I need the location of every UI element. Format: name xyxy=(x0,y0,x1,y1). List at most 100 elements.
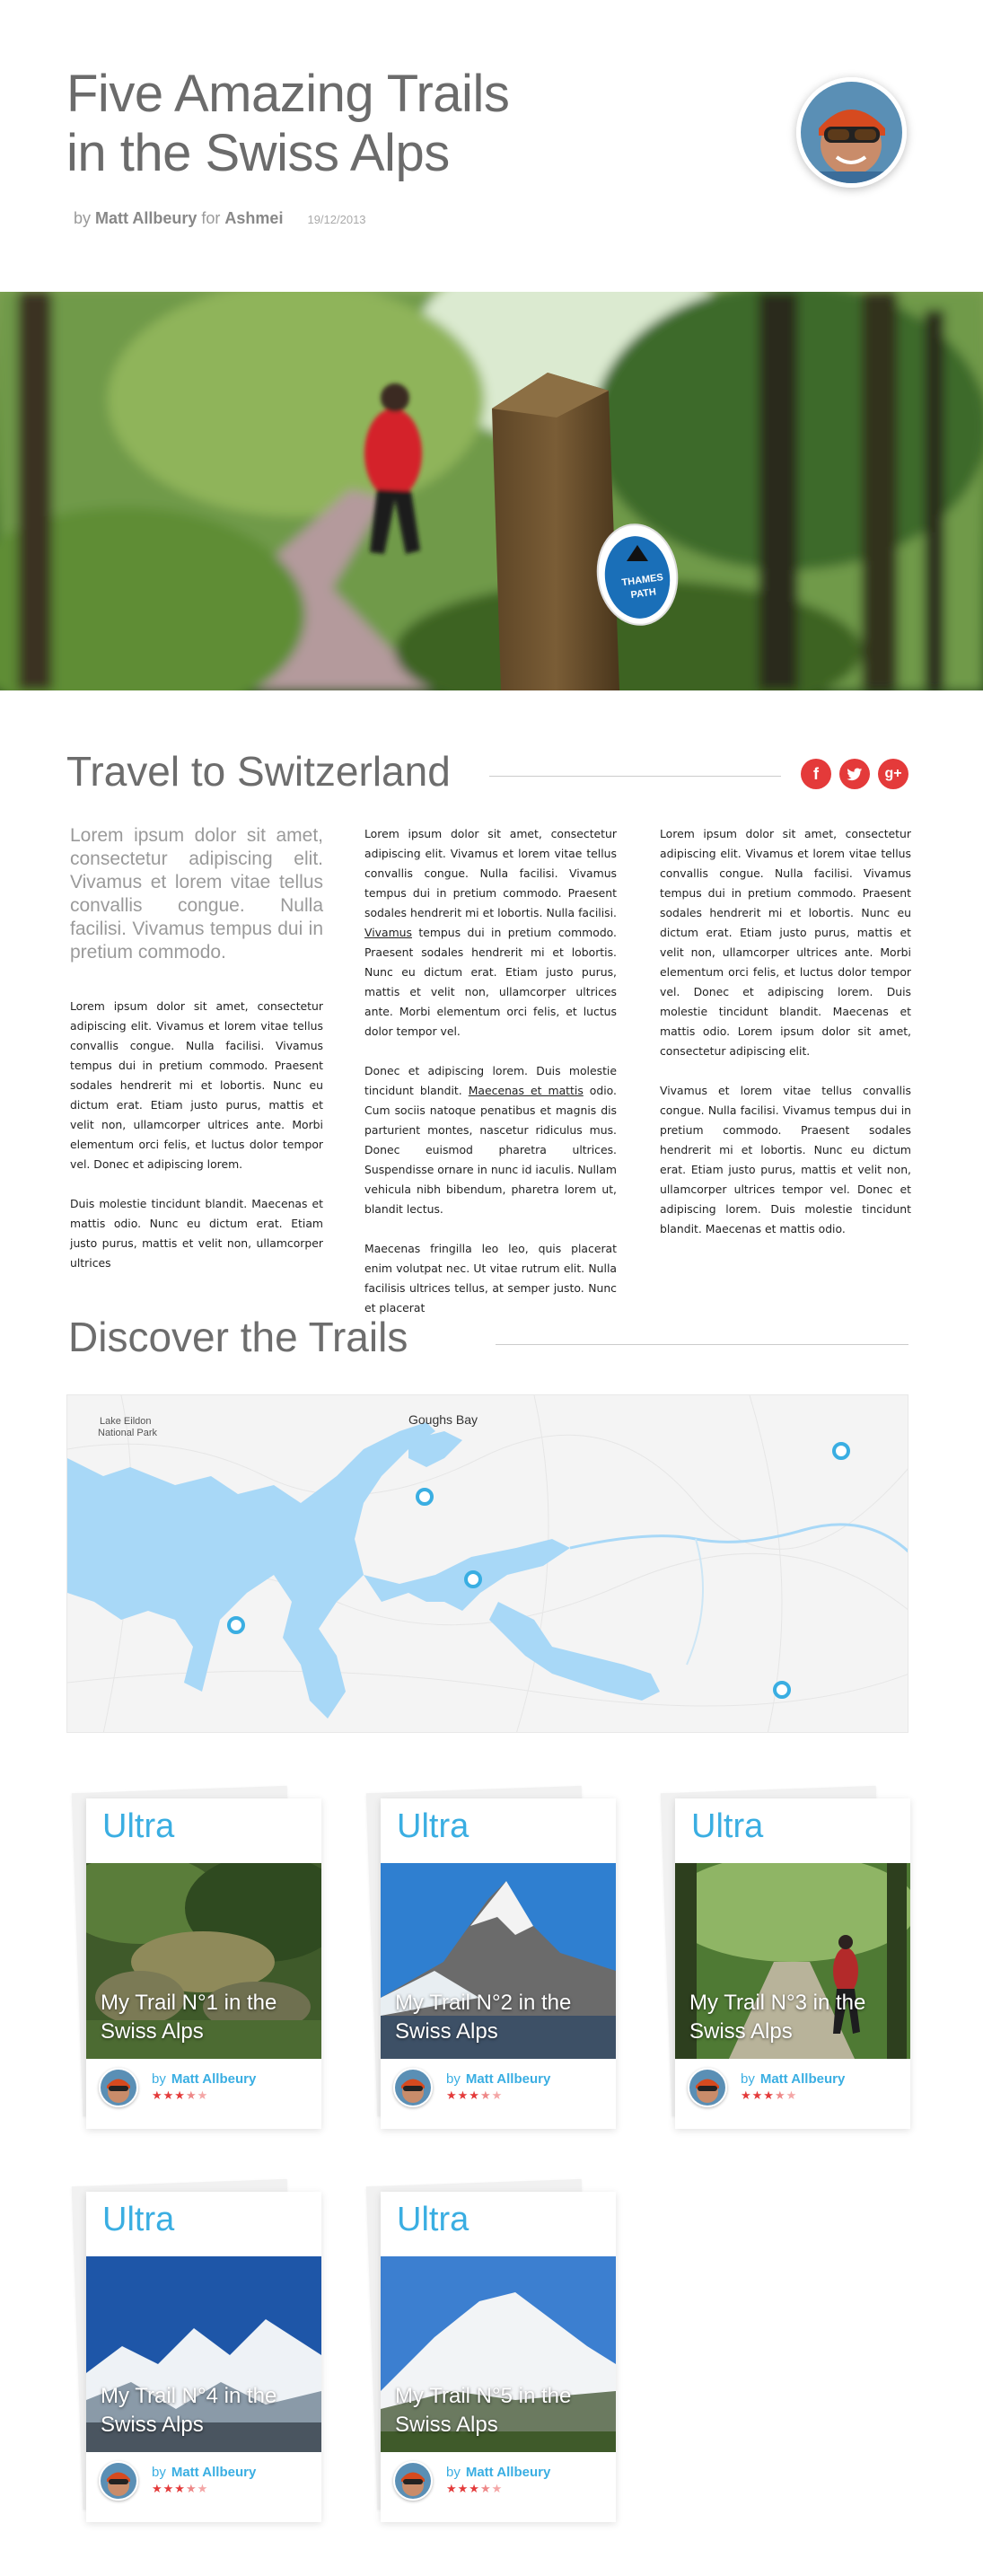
trail-category-tag: Ultra xyxy=(691,1807,764,1845)
column-3-paragraph-2: Vivamus et lorem vitae tellus convallis … xyxy=(660,1084,911,1235)
map-label-goughs-bay: Goughs Bay xyxy=(408,1412,478,1427)
map-label-lake-eildon: Lake Eildon xyxy=(100,1416,152,1427)
trail-card[interactable]: Ultra My Trail N°3 in the Swiss Alps by M… xyxy=(660,1785,910,2150)
trail-card[interactable]: Ultra My Trail N°5 in the Swiss Alps by M… xyxy=(365,2178,616,2544)
travel-divider xyxy=(489,776,781,777)
card-byline: by Matt Allbeury xyxy=(446,2465,550,2480)
map-marker[interactable] xyxy=(832,1442,850,1460)
trail-photo[interactable]: My Trail N°1 in the Swiss Alps xyxy=(86,1863,321,2059)
article-title-line-1: Five Amazing Trails xyxy=(66,65,510,123)
star-empty-icon: ★ xyxy=(197,2483,209,2496)
column-2-paragraph-3: Maecenas fringilla leo leo, quis placera… xyxy=(364,1242,617,1314)
discover-heading: Discover the Trails xyxy=(68,1314,408,1360)
trails-map[interactable]: Lake Eildon National Park Goughs Bay xyxy=(66,1394,908,1733)
publish-date: 19/12/2013 xyxy=(307,213,366,226)
facebook-icon: f xyxy=(813,765,819,783)
trail-category-tag: Ultra xyxy=(102,2201,175,2238)
trail-photo[interactable]: My Trail N°2 in the Swiss Alps xyxy=(381,1863,616,2059)
author-avatar-small[interactable] xyxy=(393,2068,433,2107)
trail-card-body[interactable]: Ultra My Trail N°1 in the Swiss Alps by M… xyxy=(86,1798,321,2129)
inline-link-maecenas[interactable]: Maecenas et mattis xyxy=(469,1084,584,1097)
text-column-3: Lorem ipsum dolor sit amet, consectetur … xyxy=(660,824,911,1259)
card-byline: by Matt Allbeury xyxy=(741,2071,845,2087)
twitter-icon xyxy=(847,768,863,786)
trail-card-body[interactable]: Ultra My Trail N°5 in the Swiss Alps by M… xyxy=(381,2192,616,2522)
author-avatar-small[interactable] xyxy=(688,2068,727,2107)
card-byline: by Matt Allbeury xyxy=(152,2071,256,2087)
author-link[interactable]: Matt Allbeury xyxy=(95,209,197,227)
trail-card[interactable]: Ultra My Trail N°1 in the Swiss Alps by M… xyxy=(71,1785,321,2150)
star-rating: ★★★★★ xyxy=(741,2089,797,2103)
trail-category-tag: Ultra xyxy=(397,2201,470,2238)
card-author-link[interactable]: Matt Allbeury xyxy=(171,2071,256,2087)
card-by-label: by xyxy=(741,2071,755,2087)
card-author-link[interactable]: Matt Allbeury xyxy=(466,2071,550,2087)
star-half-icon: ★ xyxy=(479,2089,492,2103)
card-author-link[interactable]: Matt Allbeury xyxy=(171,2465,256,2480)
star-rating: ★★★★★ xyxy=(152,2089,208,2103)
trail-photo[interactable]: My Trail N°5 in the Swiss Alps xyxy=(381,2256,616,2452)
author-avatar-small[interactable] xyxy=(99,2461,138,2501)
map-marker[interactable] xyxy=(227,1616,245,1634)
star-rating: ★★★★★ xyxy=(152,2483,208,2496)
card-by-label: by xyxy=(152,2071,166,2087)
column-2-text: tempus dui in pretium commodo. Praesent … xyxy=(364,926,617,1038)
card-byline: by Matt Allbeury xyxy=(446,2071,550,2087)
google-plus-share-button[interactable]: g+ xyxy=(878,759,908,789)
twitter-share-button[interactable] xyxy=(839,759,870,789)
article-title: Five Amazing Trails in the Swiss Alps xyxy=(66,65,623,183)
travel-heading: Travel to Switzerland xyxy=(66,748,451,795)
trail-card-body[interactable]: Ultra My Trail N°2 in the Swiss Alps by M… xyxy=(381,1798,616,2129)
star-half-icon: ★ xyxy=(185,2089,197,2103)
site-link[interactable]: Ashmei xyxy=(224,209,283,227)
trail-photo[interactable]: My Trail N°3 in the Swiss Alps xyxy=(675,1863,910,2059)
lead-paragraph: Lorem ipsum dolor sit amet, consectetur … xyxy=(70,825,323,963)
author-avatar[interactable] xyxy=(796,77,907,188)
column-2-paragraph-1: Lorem ipsum dolor sit amet, consectetur … xyxy=(364,824,617,1042)
google-plus-icon: g+ xyxy=(884,766,902,781)
card-author-link[interactable]: Matt Allbeury xyxy=(760,2071,845,2087)
trail-photo[interactable]: My Trail N°4 in the Swiss Alps xyxy=(86,2256,321,2452)
trail-category-tag: Ultra xyxy=(397,1807,470,1845)
trail-card[interactable]: Ultra My Trail N°4 in the Swiss Alps by M… xyxy=(71,2178,321,2544)
article-header: Five Amazing Trails in the Swiss Alps by… xyxy=(0,0,983,292)
column-1-paragraph-2: Duis molestie tincidunt blandit. Maecena… xyxy=(70,1197,323,1270)
trail-title: My Trail N°2 in the Swiss Alps xyxy=(395,1991,572,2044)
facebook-share-button[interactable]: f xyxy=(801,759,831,789)
column-3-paragraph-1: Lorem ipsum dolor sit amet, consectetur … xyxy=(660,827,911,1058)
trail-card-body[interactable]: Ultra My Trail N°4 in the Swiss Alps by M… xyxy=(86,2192,321,2522)
map-marker[interactable] xyxy=(773,1681,791,1699)
star-half-icon: ★ xyxy=(774,2089,786,2103)
star-rating: ★★★★★ xyxy=(446,2483,503,2496)
star-full-icon: ★★★ xyxy=(741,2089,775,2103)
author-avatar-small[interactable] xyxy=(99,2068,138,2107)
column-2-paragraph-2: Donec et adipiscing lorem. Duis molestie… xyxy=(364,1061,617,1219)
star-rating: ★★★★★ xyxy=(446,2089,503,2103)
inline-link-vivamus[interactable]: Vivamus xyxy=(364,926,412,939)
map-marker[interactable] xyxy=(416,1488,434,1506)
star-half-icon: ★ xyxy=(185,2483,197,2496)
byline-by: by xyxy=(74,209,92,227)
card-byline: by Matt Allbeury xyxy=(152,2465,256,2480)
trail-title: My Trail N°4 in the Swiss Alps xyxy=(101,2384,277,2437)
discover-divider xyxy=(496,1344,908,1345)
card-author-link[interactable]: Matt Allbeury xyxy=(466,2465,550,2480)
byline-for: for xyxy=(201,209,221,227)
trail-title: My Trail N°5 in the Swiss Alps xyxy=(395,2384,572,2437)
trail-card-body[interactable]: Ultra My Trail N°3 in the Swiss Alps by M… xyxy=(675,1798,910,2129)
trail-category-tag: Ultra xyxy=(102,1807,175,1845)
star-full-icon: ★★★ xyxy=(446,2089,480,2103)
star-empty-icon: ★ xyxy=(197,2089,209,2103)
star-full-icon: ★★★ xyxy=(152,2089,186,2103)
star-empty-icon: ★ xyxy=(491,2483,504,2496)
star-half-icon: ★ xyxy=(479,2483,492,2496)
author-avatar-small[interactable] xyxy=(393,2461,433,2501)
star-full-icon: ★★★ xyxy=(446,2483,480,2496)
star-empty-icon: ★ xyxy=(491,2089,504,2103)
text-column-1: Lorem ipsum dolor sit amet, consectetur … xyxy=(70,824,323,1293)
article-title-line-2: in the Swiss Alps xyxy=(66,124,450,182)
text-column-2: Lorem ipsum dolor sit amet, consectetur … xyxy=(364,824,617,1338)
trail-card[interactable]: Ultra My Trail N°2 in the Swiss Alps by M… xyxy=(365,1785,616,2150)
column-1-paragraph-1: Lorem ipsum dolor sit amet, consectetur … xyxy=(70,999,323,1171)
map-marker[interactable] xyxy=(464,1570,482,1588)
